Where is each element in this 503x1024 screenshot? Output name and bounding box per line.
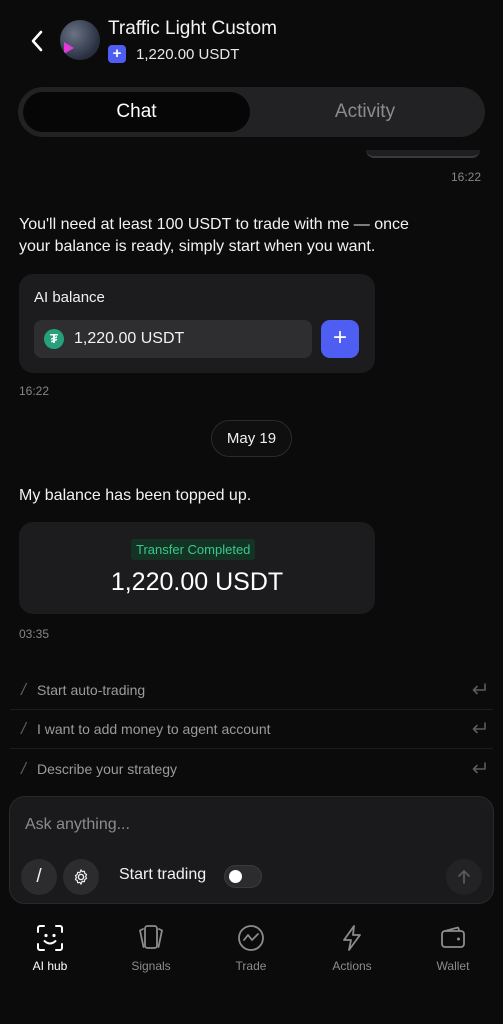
gear-icon xyxy=(74,869,88,885)
ai-balance-value: 1,220.00 USDT xyxy=(74,330,185,347)
add-funds-badge[interactable]: + xyxy=(108,45,126,63)
bottom-nav: AI hub Signals Trade Actions Wallet xyxy=(0,912,503,1024)
agent-message: You'll need at least 100 USDT to trade w… xyxy=(19,216,409,255)
chart-circle-icon xyxy=(235,922,267,954)
agent-avatar[interactable] xyxy=(60,20,100,60)
message-timestamp: 16:22 xyxy=(19,384,50,398)
message-input[interactable]: Ask anything... xyxy=(25,816,130,834)
transfer-card: Transfer Completed 1,220.00 USDT xyxy=(19,522,375,614)
smiley-icon xyxy=(34,922,66,954)
lightning-icon xyxy=(336,922,368,954)
toggle-knob xyxy=(229,870,242,883)
composer: Ask anything... / Start trading xyxy=(9,796,494,904)
tether-icon: ₮ xyxy=(44,329,64,349)
nav-trade[interactable]: Trade xyxy=(206,922,296,973)
suggestion-label: Start auto-trading xyxy=(37,682,146,698)
header-balance: + 1,220.00 USDT xyxy=(108,45,239,63)
previous-message-bubble xyxy=(366,150,480,158)
date-separator: May 19 xyxy=(211,420,292,457)
back-button[interactable] xyxy=(22,26,52,56)
add-balance-button[interactable]: + xyxy=(321,320,359,358)
status-badge: Transfer Completed xyxy=(131,539,256,560)
chat-header: Traffic Light Custom + 1,220.00 USDT xyxy=(0,0,503,86)
suggestion-label: I want to add money to agent account xyxy=(37,721,271,737)
header-balance-value: 1,220.00 USDT xyxy=(136,45,240,63)
nav-label: Signals xyxy=(131,959,171,973)
wallet-icon xyxy=(437,922,469,954)
nav-signals[interactable]: Signals xyxy=(106,922,196,973)
enter-icon xyxy=(467,759,491,779)
slash-icon: / xyxy=(21,719,26,738)
nav-ai-hub[interactable]: AI hub xyxy=(5,922,95,973)
enter-icon xyxy=(467,719,491,739)
ai-balance-label: AI balance xyxy=(34,289,105,306)
tab-activity[interactable]: Activity xyxy=(250,92,480,132)
slash-icon: / xyxy=(36,866,42,887)
chevron-left-icon xyxy=(31,30,43,52)
enter-icon xyxy=(467,680,491,700)
nav-label: Actions xyxy=(332,959,372,973)
nav-label: AI hub xyxy=(32,959,68,973)
arrow-up-icon xyxy=(458,870,470,884)
nav-label: Trade xyxy=(235,959,267,973)
slash-commands-button[interactable]: / xyxy=(21,859,57,895)
slash-icon: / xyxy=(21,680,26,699)
ai-balance-field: ₮ 1,220.00 USDT xyxy=(34,320,312,358)
nav-wallet[interactable]: Wallet xyxy=(408,922,498,973)
play-icon xyxy=(64,42,74,54)
transfer-amount: 1,220.00 USDT xyxy=(110,568,284,596)
suggestion-item[interactable]: / Start auto-trading xyxy=(10,671,493,710)
suggestion-item[interactable]: / I want to add money to agent account xyxy=(10,710,493,749)
nav-actions[interactable]: Actions xyxy=(307,922,397,973)
ai-balance-card: AI balance ₮ 1,220.00 USDT + xyxy=(19,274,375,373)
start-trading-toggle[interactable] xyxy=(224,865,262,888)
suggestion-item[interactable]: / Describe your strategy xyxy=(10,749,493,788)
slash-icon: / xyxy=(21,758,26,778)
cards-icon xyxy=(135,922,167,954)
user-message: My balance has been topped up. xyxy=(19,487,252,504)
message-timestamp: 16:22 xyxy=(451,170,482,184)
settings-button[interactable] xyxy=(63,859,99,895)
start-trading-label: Start trading xyxy=(119,866,207,883)
message-timestamp: 03:35 xyxy=(19,627,50,641)
nav-label: Wallet xyxy=(436,959,470,973)
send-button[interactable] xyxy=(446,859,482,895)
tab-bar: Chat Activity xyxy=(18,87,485,137)
agent-name: Traffic Light Custom xyxy=(108,18,277,39)
tab-chat[interactable]: Chat xyxy=(23,92,250,132)
suggestion-label: Describe your strategy xyxy=(37,760,178,777)
